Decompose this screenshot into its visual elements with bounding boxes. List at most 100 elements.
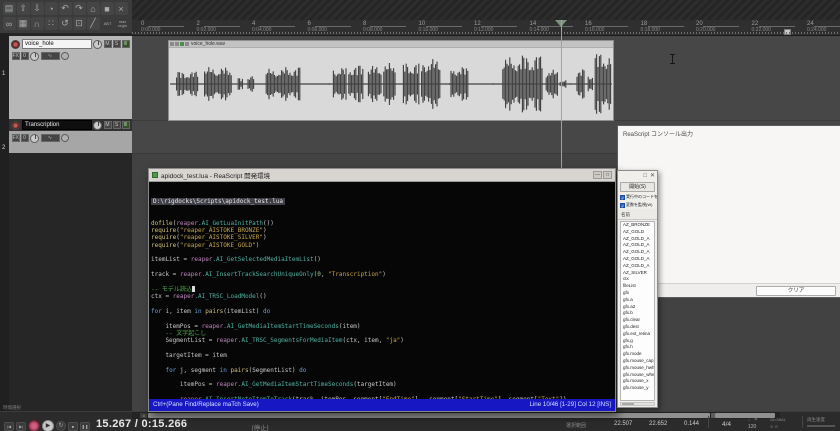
track-panel-transcription[interactable]: Transcription M S ≣ FX 0 ∿	[9, 119, 132, 153]
watch-variable-list[interactable]: AZ_BRONZEAZ_GOLDAZ_GOLD_AAZ_GOLD_AAZ_GOL…	[620, 221, 655, 401]
code-line[interactable]	[151, 359, 614, 366]
watch-variable-row[interactable]: AZ_GOLD_A	[621, 249, 654, 256]
watch-variable-row[interactable]: AZ_SILVER	[621, 270, 654, 277]
pan-knob[interactable]	[30, 52, 39, 61]
routing-button[interactable]	[61, 134, 69, 142]
magnet-icon[interactable]: ∩	[31, 17, 44, 30]
fx-button[interactable]: FX	[12, 134, 20, 142]
item-mute-icon[interactable]	[175, 42, 179, 46]
import-up-icon[interactable]: ⇧	[17, 2, 30, 15]
watch-variable-row[interactable]: AZ_GOLD	[621, 229, 654, 236]
media-item-header[interactable]: voice_hole.wav	[169, 41, 613, 48]
code-line[interactable]: require("reaper_AISTOKE_SILVER")	[151, 234, 614, 241]
watch-variable-row[interactable]: gfx.mouse_y	[621, 385, 654, 392]
selection-length-value[interactable]: 0.144	[684, 421, 699, 427]
watch-variable-row[interactable]: gfx.mouse_cap	[621, 358, 654, 365]
item-fx-icon[interactable]	[180, 42, 184, 46]
code-line[interactable]	[151, 301, 614, 308]
watch-variable-row[interactable]: AZ_GOLD_A	[621, 256, 654, 263]
code-line[interactable]: ctx = reaper.AI_TRSC_LoadModel()	[151, 293, 614, 300]
play-button[interactable]: ▶	[42, 420, 54, 431]
import-down-icon[interactable]: ⇩	[31, 2, 44, 15]
pause-button[interactable]: ❚❚	[80, 422, 90, 431]
watch-variable-row[interactable]: gfx.clear	[621, 317, 654, 324]
mute-button[interactable]: M	[104, 121, 112, 129]
watch-variable-row[interactable]: AZ_BRONZE	[621, 222, 654, 229]
pencil-icon[interactable]: ╱	[87, 17, 100, 30]
watch-variables-dialog[interactable]: □ ✕ 開始(S) ✓ 実行中のコードを表示 ✓ 変数を監視(W) 名前 AZ_…	[617, 170, 658, 408]
grid-icon[interactable]: ▦	[17, 17, 30, 30]
arrange-hscrollbar[interactable]: ◂ ▪ + −	[132, 412, 780, 419]
global-automation-label[interactable]: GLOBAL	[770, 417, 786, 422]
watch-variable-row[interactable]: gfx.h	[621, 344, 654, 351]
watch-title-bar[interactable]: □ ✕	[618, 171, 657, 181]
show-running-code-checkbox[interactable]: ✓ 実行中のコードを表示	[618, 193, 657, 201]
mute-button[interactable]: M	[104, 40, 112, 48]
code-line[interactable]: itemList = reaper.AI_GetSelectedMediaIte…	[151, 256, 614, 263]
watch-close-button[interactable]: ✕	[650, 172, 655, 180]
track-panel-voice-hole[interactable]: voice_hole M S ≣ FX 0 ∿	[9, 36, 132, 119]
track-name-input[interactable]: Transcription	[22, 120, 92, 130]
media-item-voice-hole[interactable]: voice_hole.wav	[168, 40, 614, 121]
code-line[interactable]: itemPos = reaper.AI_GetMediaItemStartTim…	[151, 381, 614, 388]
lock-icon[interactable]: ⊡	[73, 17, 86, 30]
item-lock-icon[interactable]	[170, 42, 174, 46]
transport-time-display[interactable]: 15.267 / 0:15.266	[96, 418, 187, 430]
selection-end-value[interactable]: 22.652	[649, 421, 667, 427]
code-line[interactable]	[151, 264, 614, 271]
hscroll-thumb[interactable]	[148, 413, 710, 418]
watch-variable-row[interactable]: AZ_GOLD_A	[621, 242, 654, 249]
watch-variable-row[interactable]: gfx.a	[621, 297, 654, 304]
code-line[interactable]: itemPos = reaper.AI_GetMediaItemStartTim…	[151, 323, 614, 330]
code-line[interactable]	[151, 249, 614, 256]
code-line[interactable]: -- 文字起こし	[151, 330, 614, 337]
record-button[interactable]	[28, 420, 40, 431]
record-arm-button[interactable]	[11, 40, 20, 49]
ide-minimize-button[interactable]: —	[593, 171, 602, 179]
code-line[interactable]: dofile(reaper.AI_GetLuaInitPath())	[151, 220, 614, 227]
code-line[interactable]	[151, 389, 614, 396]
watch-hscroll-thumb[interactable]	[622, 403, 634, 405]
watch-variable-row[interactable]: ctx	[621, 276, 654, 283]
volume-knob[interactable]	[93, 40, 102, 49]
code-line[interactable]	[151, 345, 614, 352]
watch-variable-row[interactable]: gfx.ext_retina	[621, 331, 654, 338]
redo-icon[interactable]: ↷	[73, 2, 86, 15]
clock-icon[interactable]: ◔	[45, 2, 58, 15]
code-line[interactable]: SegmentList = reaper.AI_TRSC_SegmentsFor…	[151, 337, 614, 344]
track-name-input[interactable]: voice_hole	[22, 39, 92, 49]
volume-knob[interactable]	[93, 121, 102, 130]
reascript-ide-window[interactable]: apidock_test.lua - ReaScript 開発環境 — □ D:…	[148, 168, 616, 412]
watch-variable-row[interactable]: gfx.dest	[621, 324, 654, 331]
item-notes-icon[interactable]	[185, 42, 189, 46]
watch-variable-row[interactable]: gfx.b	[621, 310, 654, 317]
watch-list-header[interactable]: 名前	[618, 209, 657, 220]
dots-grid-icon[interactable]: ∷	[45, 17, 58, 30]
code-line[interactable]	[151, 315, 614, 322]
global-automation-icons[interactable]: ⊙ ⊙	[770, 424, 778, 429]
fx-count-badge[interactable]: 0	[21, 134, 29, 142]
code-line[interactable]: for j, segment in pairs(SegmentList) do	[151, 367, 614, 374]
watch-variable-row[interactable]: gfx.mouse_wheel	[621, 372, 654, 379]
code-line[interactable]: require("reaper_AISTOKE_BRONZE")	[151, 227, 614, 234]
watch-variable-row[interactable]: AZ_GOLD_A	[621, 236, 654, 243]
solo-button[interactable]: S	[113, 121, 121, 129]
close-tool-icon[interactable]: ×	[115, 2, 128, 15]
rotate-left-icon[interactable]: ↺	[59, 17, 72, 30]
stop-button[interactable]: ■	[68, 422, 78, 431]
watch-variable-row[interactable]: gfx.mouse_hwheel	[621, 365, 654, 372]
go-to-end-button[interactable]: ▶|	[16, 422, 26, 431]
bpm-value[interactable]: 120	[748, 424, 756, 430]
stop-square-icon[interactable]: ■	[101, 2, 114, 15]
watch-variable-row[interactable]: gfx.a2	[621, 304, 654, 311]
code-line[interactable]: targetItem = item	[151, 352, 614, 359]
code-line[interactable]	[151, 278, 614, 285]
watch-variables-checkbox[interactable]: ✓ 変数を監視(W)	[618, 201, 657, 209]
undo-icon[interactable]: ↶	[59, 2, 72, 15]
ide-maximize-button[interactable]: □	[603, 171, 612, 179]
fx-count-badge[interactable]: 0	[21, 52, 29, 60]
go-to-start-button[interactable]: |◀	[4, 422, 14, 431]
code-line[interactable]: track = reaper.AI_InsertTrackSearchUniqu…	[151, 271, 614, 278]
pan-knob[interactable]	[30, 134, 39, 143]
repeat-button[interactable]: ↻	[56, 421, 66, 431]
